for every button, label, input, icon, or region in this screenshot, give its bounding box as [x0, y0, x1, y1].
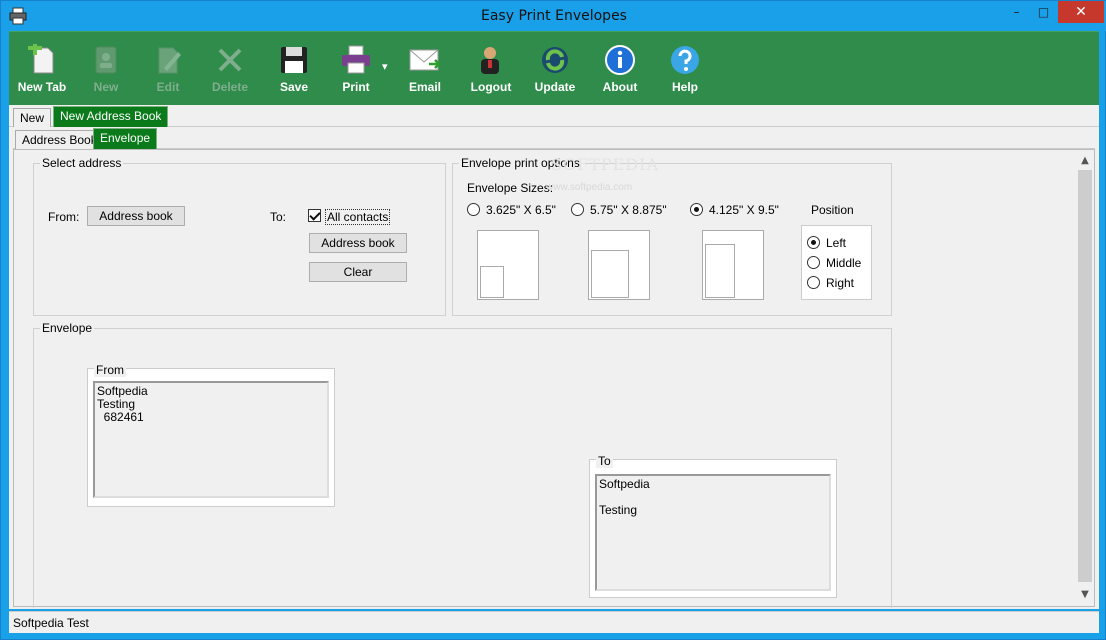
about-button[interactable]: About	[589, 44, 651, 96]
new-button[interactable]: New	[75, 44, 137, 96]
position-middle-radio[interactable]	[807, 256, 820, 269]
edit-icon	[158, 47, 181, 74]
save-button[interactable]: Save	[263, 44, 325, 96]
main-toolbar: New Tab New Edit Delete Save Print ▾ Ema…	[9, 31, 1099, 105]
from-address-frame: From Softpedia Testing 682461	[87, 363, 335, 507]
envelope-icon	[409, 49, 441, 71]
vertical-scrollbar[interactable]: ▲ ▼	[1076, 150, 1094, 606]
size-label-3[interactable]: 4.125" X 9.5"	[709, 203, 779, 217]
size-preview-2	[588, 230, 650, 300]
position-box: Left Middle Right	[801, 225, 872, 300]
update-label: Update	[534, 80, 576, 94]
email-label: Email	[408, 80, 441, 94]
to-address-textarea[interactable]: Softpedia Testing	[595, 474, 831, 591]
scroll-thumb[interactable]	[1078, 170, 1092, 582]
size-preview-2-envelope	[591, 250, 629, 298]
info-icon	[605, 45, 635, 75]
maximize-button[interactable]: □	[1030, 1, 1057, 23]
app-window: Easy Print Envelopes – □ ✕ New Tab New E…	[0, 0, 1106, 640]
position-right-label[interactable]: Right	[826, 276, 854, 290]
select-address-group: Select address From: Address book To: Al…	[33, 156, 446, 316]
size-preview-3	[702, 230, 764, 300]
new-label: New	[93, 80, 119, 94]
edit-button[interactable]: Edit	[137, 44, 199, 96]
new-tab-icon	[28, 44, 54, 74]
floppy-disk-icon	[281, 47, 307, 73]
envelope-title: Envelope	[40, 321, 95, 335]
all-contacts-label[interactable]: All contacts	[325, 209, 391, 225]
scroll-up-arrow-icon[interactable]: ▲	[1076, 152, 1094, 170]
position-middle-label[interactable]: Middle	[826, 256, 861, 270]
position-left-radio[interactable]	[807, 236, 820, 249]
help-label: Help	[671, 80, 698, 94]
print-button[interactable]: Print	[325, 44, 387, 96]
size-preview-3-envelope	[705, 244, 735, 298]
envelope-sizes-label: Envelope Sizes:	[467, 181, 554, 195]
envelope-group: Envelope From Softpedia Testing 682461 T…	[33, 321, 892, 608]
new-tab-button[interactable]: New Tab	[11, 44, 73, 96]
status-bar: Softpedia Test	[9, 611, 1099, 633]
status-text: Softpedia Test	[13, 616, 89, 630]
softpedia-watermark: SOFTPEDIA	[551, 155, 659, 174]
to-label: To:	[270, 210, 287, 224]
help-icon	[671, 46, 699, 74]
new-tab-label: New Tab	[17, 80, 67, 94]
tab-address-book[interactable]: Address Book	[15, 130, 104, 149]
contact-book-icon	[95, 46, 117, 74]
delete-button[interactable]: Delete	[199, 44, 261, 96]
all-contacts-checkbox[interactable]	[308, 209, 321, 222]
logout-button[interactable]: Logout	[460, 44, 522, 96]
help-button[interactable]: Help	[654, 44, 716, 96]
edit-label: Edit	[156, 80, 180, 94]
scroll-down-arrow-icon[interactable]: ▼	[1076, 586, 1094, 604]
client-area: New New Address Book Address Book Envelo…	[9, 105, 1099, 609]
delete-label: Delete	[211, 80, 249, 94]
position-label: Position	[811, 203, 854, 217]
delete-icon	[218, 48, 242, 72]
view-tabs: Address Book Envelope	[13, 127, 1095, 149]
size-radio-3[interactable]	[690, 203, 703, 216]
tab-envelope[interactable]: Envelope	[93, 128, 158, 149]
clear-button[interactable]: Clear	[309, 262, 407, 282]
user-logout-icon	[481, 47, 499, 74]
position-right-radio[interactable]	[807, 276, 820, 289]
size-radio-2[interactable]	[571, 203, 584, 216]
softpedia-watermark-url: www.softpedia.com	[546, 182, 633, 193]
save-label: Save	[279, 80, 309, 94]
email-button[interactable]: Email	[394, 44, 456, 96]
minimize-button[interactable]: –	[1003, 1, 1030, 23]
logout-label: Logout	[470, 80, 512, 94]
size-preview-1	[477, 230, 539, 300]
from-label: From:	[48, 210, 80, 224]
tab-new[interactable]: New	[13, 108, 52, 127]
select-address-title: Select address	[40, 156, 124, 170]
envelope-panel: Select address From: Address book To: Al…	[13, 149, 1095, 608]
envelope-print-options-group: Envelope print options SOFTPEDIA Envelop…	[452, 155, 892, 316]
print-label: Print	[342, 80, 370, 94]
to-address-frame: To Softpedia Testing	[589, 454, 837, 598]
to-address-book-button[interactable]: Address book	[309, 233, 407, 253]
position-left-label[interactable]: Left	[826, 236, 846, 250]
to-address-title: To	[596, 454, 613, 468]
window-title: Easy Print Envelopes	[481, 8, 627, 24]
update-button[interactable]: Update	[524, 44, 586, 96]
print-dropdown-arrow[interactable]: ▾	[382, 60, 388, 73]
size-preview-1-envelope	[480, 266, 504, 298]
refresh-icon	[542, 47, 568, 73]
tab-new-address-book[interactable]: New Address Book	[53, 106, 169, 127]
title-bar[interactable]: Easy Print Envelopes – □ ✕	[1, 1, 1106, 31]
size-radio-1[interactable]	[467, 203, 480, 216]
size-label-2[interactable]: 5.75" X 8.875"	[590, 203, 667, 217]
from-address-book-button[interactable]: Address book	[87, 206, 185, 226]
from-address-textarea[interactable]: Softpedia Testing 682461	[93, 381, 329, 498]
close-button[interactable]: ✕	[1058, 1, 1104, 23]
size-label-1[interactable]: 3.625" X 6.5"	[486, 203, 556, 217]
printer-icon	[342, 45, 370, 74]
from-address-title: From	[94, 363, 126, 377]
document-tabs: New New Address Book	[9, 105, 1099, 127]
about-label: About	[602, 80, 638, 94]
